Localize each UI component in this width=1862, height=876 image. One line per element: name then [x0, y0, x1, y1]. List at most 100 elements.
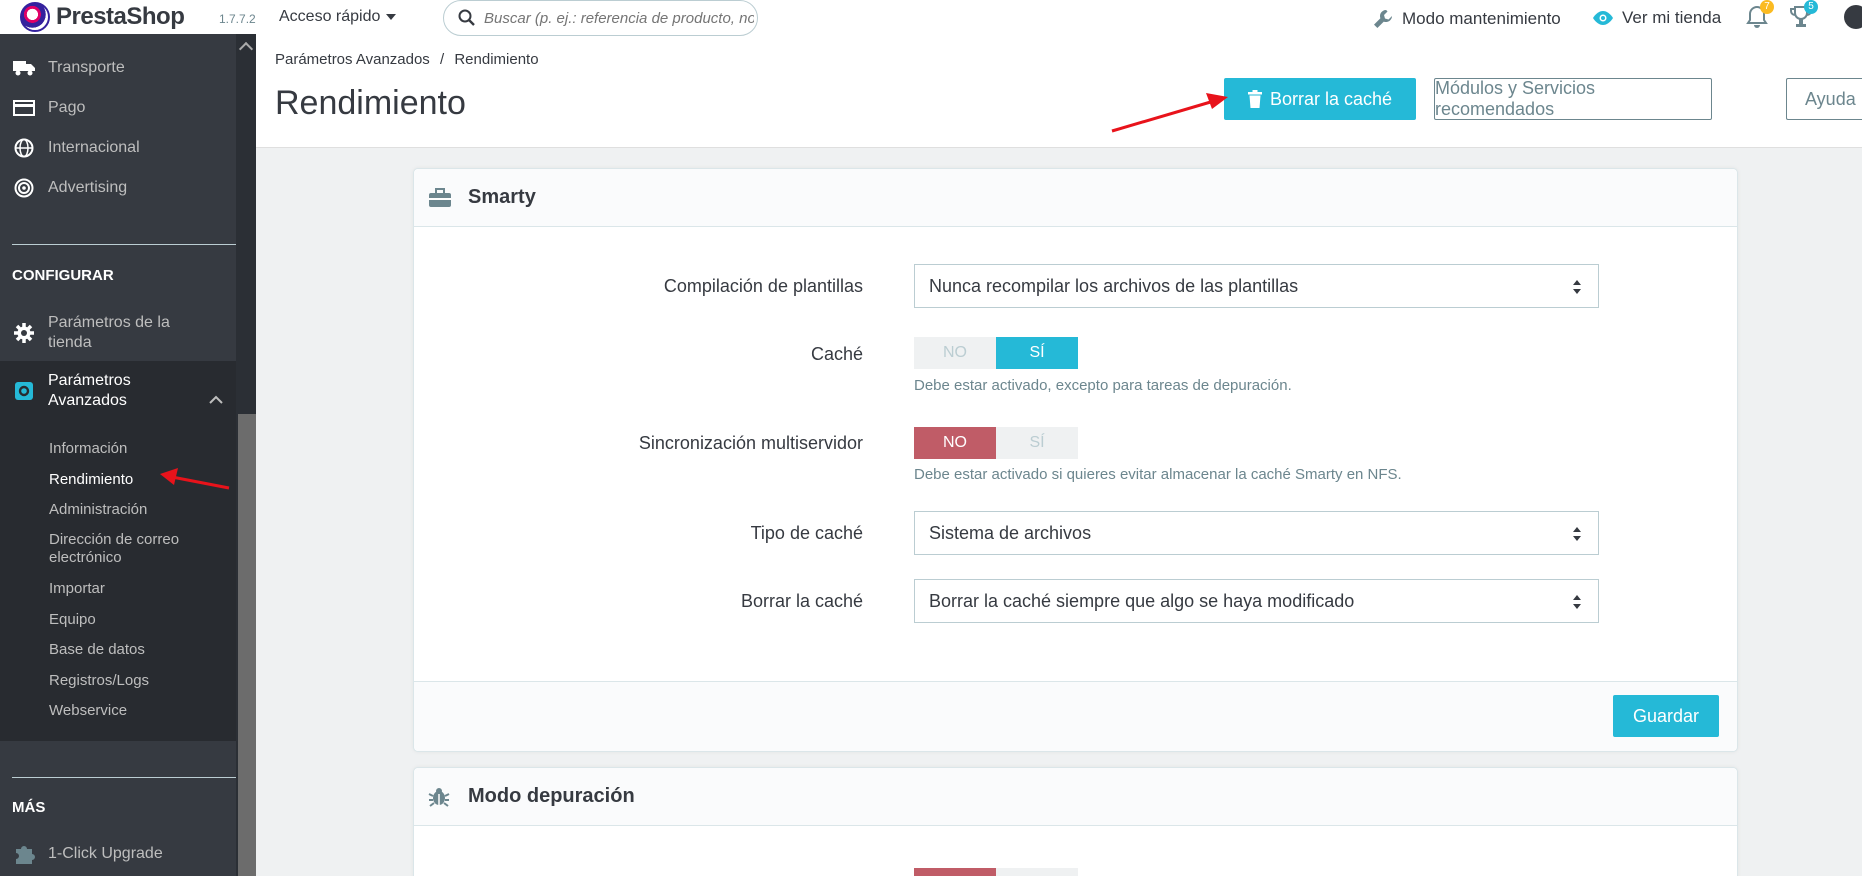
trophy-button[interactable]: 5: [1790, 0, 1818, 34]
sidebar-divider: [12, 244, 236, 245]
view-store-label: Ver mi tienda: [1622, 8, 1722, 27]
sidebar-item-advanced-params[interactable]: Parámetros Avanzados: [12, 371, 158, 411]
multiserver-label: Sincronización multiservidor: [638, 433, 863, 453]
sidebar-item-pago[interactable]: Pago: [12, 98, 85, 118]
search-icon: [458, 9, 475, 26]
puffin-logo-icon: [20, 2, 50, 32]
debug-yes-option[interactable]: [996, 868, 1078, 876]
maintenance-link[interactable]: Modo mantenimiento: [1372, 8, 1561, 30]
recommended-modules-button[interactable]: Módulos y Servicios recomendados: [1434, 78, 1712, 120]
sidebar-item-label: Parámetros de la tienda: [48, 314, 170, 351]
sidebar-item-transporte[interactable]: Transporte: [12, 58, 125, 78]
globe-icon: [12, 138, 36, 158]
sidebar-subitem-base-de-datos[interactable]: Base de datos: [49, 641, 145, 658]
sidebar-subitem-importar[interactable]: Importar: [49, 580, 105, 597]
sidebar-subitem-informacion[interactable]: Información: [49, 440, 127, 457]
trash-icon: [1247, 90, 1262, 108]
sidebar-item-store-params[interactable]: Parámetros de la tienda: [12, 313, 188, 353]
caret-down-icon: [386, 14, 397, 20]
cache-type-select[interactable]: Sistema de archivos: [914, 511, 1599, 555]
debug-panel-heading: Modo depuración: [414, 768, 1737, 826]
cache-label: Caché: [810, 344, 863, 364]
sidebar-heading-configurar: CONFIGURAR: [12, 267, 114, 284]
clear-cache-button[interactable]: Borrar la caché: [1224, 78, 1416, 120]
chevron-up-icon[interactable]: [209, 395, 223, 405]
clear-cache-label: Borrar la caché: [740, 591, 863, 611]
search-box[interactable]: [443, 0, 758, 36]
sidebar-subitem-webservice[interactable]: Webservice: [49, 702, 127, 719]
page-title: Rendimiento: [275, 84, 466, 122]
settings-cog-icon: [12, 381, 36, 401]
quick-access-dropdown[interactable]: Acceso rápido: [279, 8, 397, 26]
sidebar-item-advertising[interactable]: Advertising: [12, 178, 127, 198]
user-avatar-icon[interactable]: [1844, 5, 1862, 29]
brand-name: PrestaShop: [56, 3, 185, 30]
gear-icon: [12, 323, 36, 343]
sidebar-item-label: Internacional: [48, 139, 140, 156]
sidebar-item-label: 1-Click Upgrade: [48, 845, 163, 862]
debug-no-option[interactable]: [914, 868, 996, 876]
help-button[interactable]: Ayuda: [1786, 78, 1862, 120]
smarty-panel-heading: Smarty: [414, 169, 1737, 227]
multiserver-help: Debe estar activado si quieres evitar al…: [914, 466, 1402, 483]
notifications-button[interactable]: 7: [1746, 0, 1774, 34]
puzzle-icon: [12, 844, 36, 864]
sidebar-item-label: Advertising: [48, 179, 128, 196]
breadcrumb-parent[interactable]: Parámetros Avanzados: [275, 51, 430, 68]
briefcase-icon: [428, 187, 454, 208]
prestashop-logo[interactable]: PrestaShop: [20, 2, 185, 32]
multiserver-yes-option[interactable]: SÍ: [996, 427, 1078, 459]
breadcrumb: Parámetros Avanzados / Rendimiento: [275, 51, 539, 68]
credit-card-icon: [12, 98, 36, 118]
sidebar-divider: [12, 777, 236, 778]
cache-type-value: Sistema de archivos: [929, 522, 1092, 543]
select-arrows-icon: [1573, 527, 1581, 541]
sidebar-subitem-logs[interactable]: Registros/Logs: [49, 672, 149, 689]
sidebar-item-internacional[interactable]: Internacional: [12, 138, 140, 158]
debug-panel: Modo depuración: [413, 767, 1738, 876]
sidebar-heading-mas: MÁS: [12, 799, 46, 816]
target-icon: [12, 178, 36, 198]
breadcrumb-separator: /: [439, 51, 445, 68]
cache-yes-option[interactable]: SÍ: [996, 337, 1078, 369]
notifications-badge: 7: [1760, 0, 1774, 14]
clear-cache-select[interactable]: Borrar la caché siempre que algo se haya…: [914, 579, 1599, 623]
search-input[interactable]: [484, 9, 754, 27]
version-label: 1.7.7.2: [219, 12, 256, 26]
eye-icon: [1593, 11, 1613, 25]
smarty-panel: Smarty Compilación de plantillas Nunca r…: [413, 168, 1738, 752]
view-store-link[interactable]: Ver mi tienda: [1592, 8, 1721, 28]
compilation-value: Nunca recompilar los archivos de las pla…: [929, 275, 1299, 296]
cache-switch[interactable]: NO SÍ: [914, 337, 1078, 369]
wrench-icon: [1374, 9, 1392, 28]
quick-access-label: Acceso rápido: [279, 8, 381, 25]
clear-cache-label: Borrar la caché: [1269, 88, 1393, 109]
debug-switch[interactable]: [914, 868, 1078, 876]
sidebar-item-label: Transporte: [48, 59, 125, 76]
clear-cache-value: Borrar la caché siempre que algo se haya…: [929, 590, 1355, 611]
multiserver-no-option[interactable]: NO: [914, 427, 996, 459]
sidebar-item-label: Pago: [48, 99, 86, 116]
bug-icon: [428, 786, 454, 808]
smarty-panel-title: Smarty: [468, 186, 536, 208]
sidebar-item-upgrade[interactable]: 1-Click Upgrade: [12, 844, 163, 864]
cache-no-option[interactable]: NO: [914, 337, 996, 369]
sidebar-subitem-email[interactable]: Dirección de correo electrónico: [49, 531, 214, 567]
truck-icon: [12, 58, 36, 78]
maintenance-label: Modo mantenimiento: [1402, 9, 1561, 28]
multiserver-switch[interactable]: NO SÍ: [914, 427, 1078, 459]
trophy-badge: 5: [1804, 0, 1818, 14]
sidebar-subitem-rendimiento[interactable]: Rendimiento: [49, 471, 133, 488]
save-button[interactable]: Guardar: [1613, 695, 1719, 737]
sidebar-item-label: Parámetros Avanzados: [48, 372, 131, 409]
select-arrows-icon: [1573, 595, 1581, 609]
compilation-select[interactable]: Nunca recompilar los archivos de las pla…: [914, 264, 1599, 308]
debug-panel-title: Modo depuración: [468, 785, 635, 807]
breadcrumb-current: Rendimiento: [454, 51, 539, 68]
sidebar-subitem-administracion[interactable]: Administración: [49, 501, 147, 518]
sidebar-subitem-equipo[interactable]: Equipo: [49, 611, 96, 628]
sidebar-scrollbar-thumb[interactable]: [238, 414, 256, 876]
page-toolbar: Parámetros Avanzados / Rendimiento Rendi…: [256, 34, 1862, 148]
compilation-label: Compilación de plantillas: [663, 276, 863, 296]
top-header: PrestaShop 1.7.7.2 Acceso rápido Modo ma…: [0, 0, 1862, 36]
